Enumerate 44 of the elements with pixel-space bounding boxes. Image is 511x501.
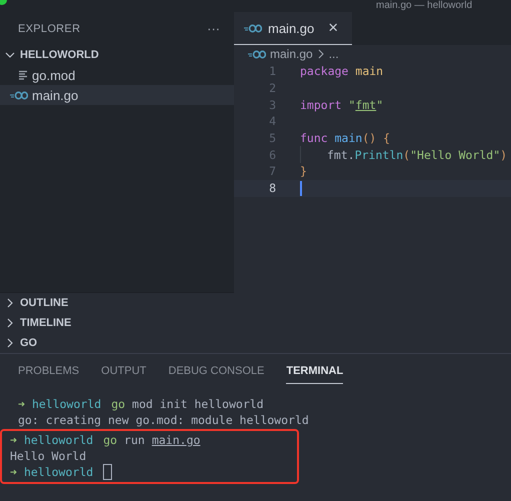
code-line: 4 bbox=[268, 113, 277, 130]
explorer-title: EXPLORER bbox=[18, 22, 80, 34]
folder-header[interactable]: HELLOWORLD bbox=[0, 45, 234, 65]
code-line: 2 bbox=[268, 80, 277, 96]
terminal-text: go bbox=[111, 397, 126, 412]
prompt-arrow: ➜ bbox=[10, 432, 17, 447]
breadcrumb-file[interactable]: main.go bbox=[270, 47, 313, 61]
terminal-text: go bbox=[103, 432, 118, 447]
terminal-text: run bbox=[124, 432, 145, 447]
panel-tab[interactable]: DEBUG CONSOLE bbox=[168, 359, 264, 384]
terminal-link[interactable]: main.go bbox=[152, 432, 200, 447]
file-item[interactable]: go.mod bbox=[0, 65, 234, 85]
panel-tab[interactable]: PROBLEMS bbox=[18, 359, 80, 384]
breadcrumb-more[interactable]: ... bbox=[328, 47, 339, 61]
go-file-icon bbox=[248, 50, 266, 58]
code-line: 3 import "fmt" bbox=[268, 96, 384, 114]
editor-tab[interactable]: main.go × bbox=[234, 12, 352, 45]
terminal-text: mod init helloworld bbox=[132, 397, 264, 412]
text-cursor bbox=[300, 180, 302, 196]
section-header[interactable]: OUTLINE bbox=[0, 292, 234, 313]
code-line: 5 func main() { bbox=[268, 130, 392, 146]
section-header[interactable]: TIMELINE bbox=[0, 313, 234, 333]
code-line: 1 package main bbox=[268, 63, 384, 80]
terminal-text: Hello World bbox=[10, 449, 86, 464]
prompt-directory: helloworld bbox=[24, 432, 94, 447]
more-actions[interactable]: ··· bbox=[207, 21, 220, 36]
terminal-text: go: creating new go.mod: module helloworld bbox=[18, 413, 309, 428]
text-file-icon bbox=[18, 70, 28, 80]
code-line: 6 fmt.Println("Hello World") bbox=[268, 146, 508, 164]
file-item[interactable]: main.go bbox=[0, 85, 234, 105]
terminal-cursor bbox=[103, 464, 112, 480]
prompt-arrow: ➜ bbox=[18, 397, 25, 412]
window-title: main.go — helloworld bbox=[376, 0, 472, 12]
prompt-directory: helloworld bbox=[32, 397, 102, 412]
go-file-icon bbox=[244, 24, 262, 32]
go-file-icon bbox=[10, 90, 28, 100]
chevron-icon bbox=[316, 49, 325, 59]
code-line: 7 } bbox=[268, 163, 308, 180]
panel-tab[interactable]: TERMINAL bbox=[286, 359, 344, 384]
close-tab-button[interactable]: × bbox=[328, 18, 338, 38]
prompt-arrow: ➜ bbox=[10, 465, 17, 480]
section-header[interactable]: GO bbox=[0, 333, 234, 353]
prompt-directory: helloworld bbox=[24, 465, 94, 480]
panel-tab[interactable]: OUTPUT bbox=[101, 359, 146, 384]
